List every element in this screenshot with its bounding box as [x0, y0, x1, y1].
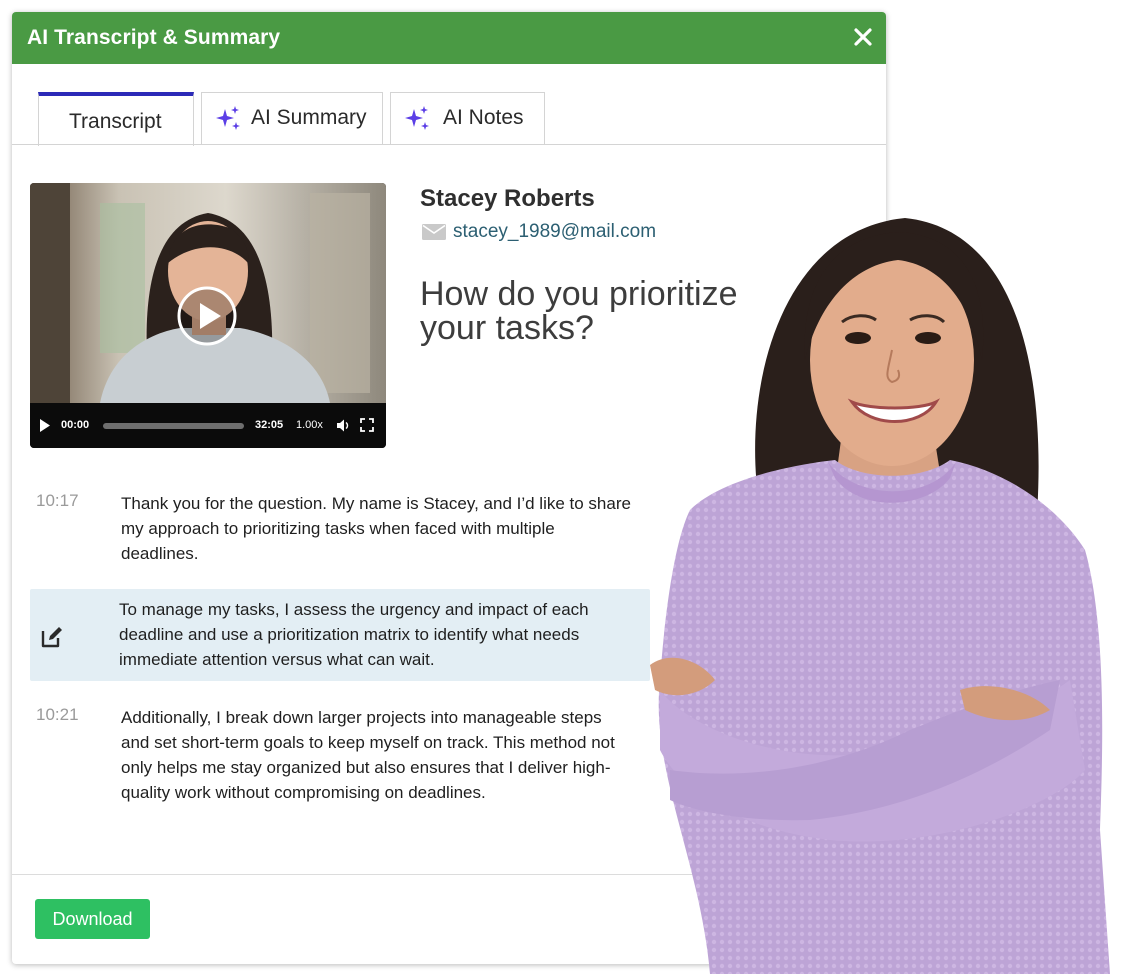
envelope-icon — [422, 224, 446, 240]
video-player[interactable]: 00:00 32:05 1.00x — [30, 183, 386, 448]
candidate-name: Stacey Roberts — [420, 185, 595, 212]
current-time: 00:00 — [61, 419, 90, 431]
entry-text: Thank you for the question. My name is S… — [121, 494, 631, 563]
duration: 32:05 — [255, 419, 284, 431]
transcript-entry: 10:17 Thank you for the question. My nam… — [30, 488, 650, 570]
seek-bar[interactable] — [103, 423, 244, 429]
window-header: AI Transcript & Summary — [12, 12, 886, 64]
tab-bar: Transcript AI Summary AI Notes — [12, 64, 886, 146]
tab-divider — [12, 144, 886, 145]
candidate-email[interactable]: stacey_1989@mail.com — [453, 221, 656, 243]
download-button[interactable]: Download — [35, 899, 150, 939]
video-controls: 00:00 32:05 1.00x — [30, 403, 386, 448]
entry-timestamp: 10:21 — [36, 705, 79, 724]
candidate-photo — [650, 218, 1110, 974]
sparkle-icon — [216, 106, 240, 130]
tab-label: Transcript — [69, 110, 162, 133]
playback-speed[interactable]: 1.00x — [296, 419, 323, 431]
tab-label: AI Summary — [251, 106, 367, 129]
volume-icon[interactable] — [336, 418, 351, 433]
close-icon[interactable] — [850, 24, 876, 50]
tab-label: AI Notes — [443, 106, 524, 129]
sparkle-icon — [405, 106, 429, 130]
entry-timestamp: 10:17 — [36, 491, 79, 510]
play-overlay-icon[interactable] — [176, 285, 238, 347]
edit-icon[interactable] — [40, 625, 64, 649]
fullscreen-icon[interactable] — [360, 418, 374, 432]
tab-ai-notes[interactable]: AI Notes — [390, 92, 545, 145]
play-icon[interactable] — [39, 419, 51, 432]
transcript-entry-highlighted[interactable]: To manage my tasks, I assess the urgency… — [30, 589, 650, 681]
tab-ai-summary[interactable]: AI Summary — [201, 92, 383, 145]
entry-text: Additionally, I break down larger projec… — [121, 708, 615, 802]
transcript-entry: 10:21 Additionally, I break down larger … — [30, 702, 650, 837]
window-title: AI Transcript & Summary — [27, 26, 281, 49]
entry-text: To manage my tasks, I assess the urgency… — [119, 600, 589, 669]
tab-transcript[interactable]: Transcript — [38, 92, 194, 146]
